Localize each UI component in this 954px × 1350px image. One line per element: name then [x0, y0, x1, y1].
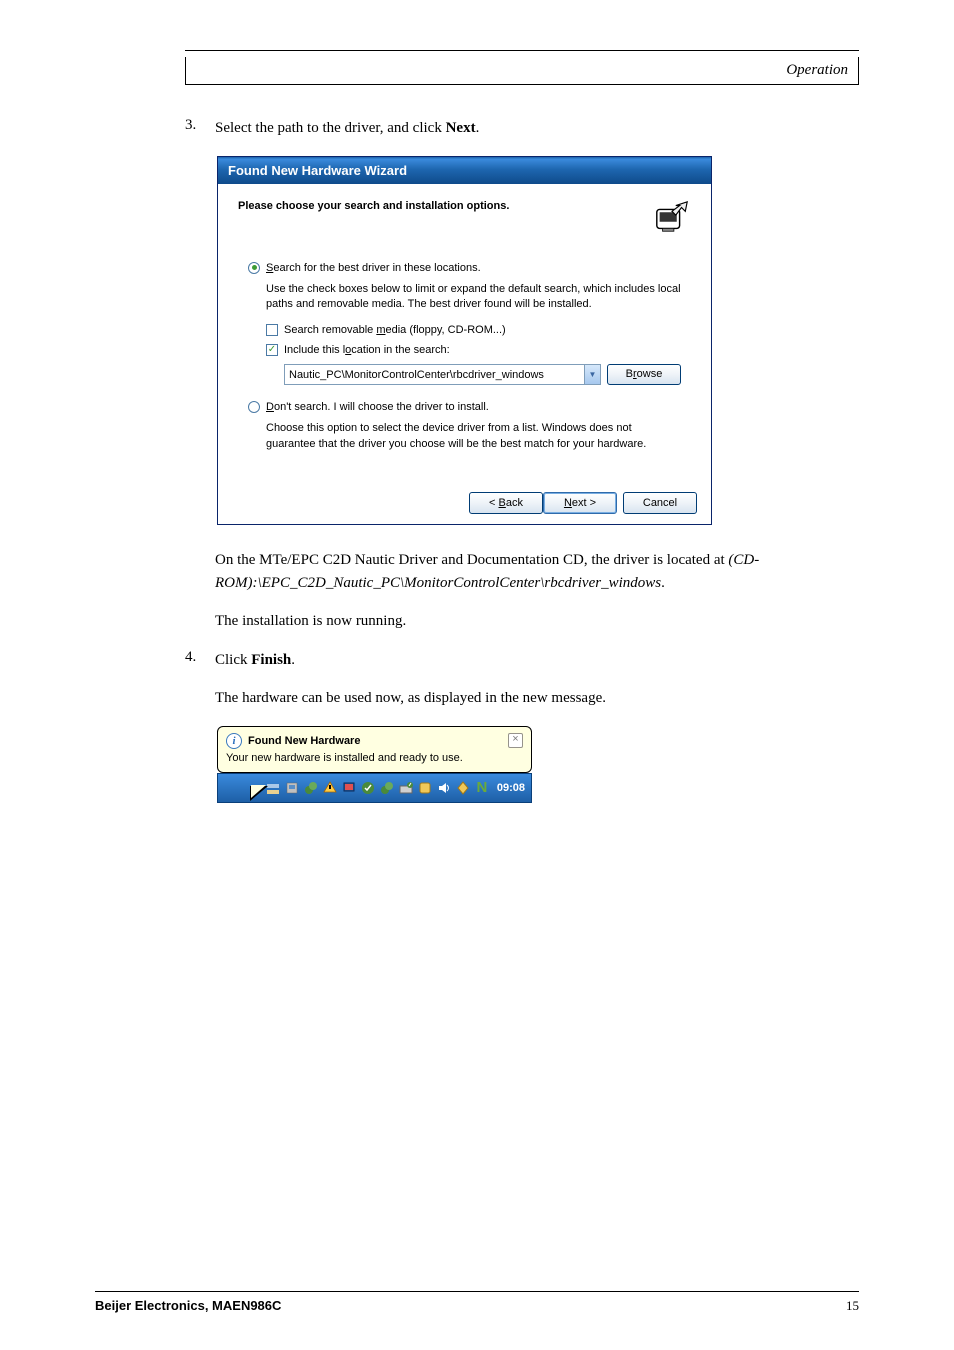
tray-icon[interactable] [417, 780, 433, 796]
paragraph: The installation is now running. [185, 610, 859, 633]
tray-icon[interactable] [303, 780, 319, 796]
info-icon: i [226, 733, 242, 749]
step-text: Select the path to the driver, and click… [215, 117, 859, 140]
radio-button-selected-icon [248, 262, 260, 274]
footer-left: Beijer Electronics, MAEN986C [95, 1298, 281, 1314]
step-4: 4. Click Finish. [185, 649, 859, 672]
step-number: 3. [185, 117, 203, 140]
location-combobox[interactable]: Nautic_PC\MonitorControlCenter\rbcdriver… [284, 364, 601, 385]
checkbox-label: Include this location in the search: [284, 344, 450, 356]
tray-n-icon[interactable]: N [474, 780, 490, 796]
checkbox-unchecked-icon [266, 324, 278, 336]
step-text: Click Finish. [215, 649, 859, 672]
wizard-body: Search for the best driver in these loca… [218, 262, 711, 483]
checkbox-include-location[interactable]: ✓ Include this location in the search: [248, 344, 681, 356]
chevron-down-icon[interactable]: ▼ [584, 365, 600, 384]
checkbox-label: Search removable media (floppy, CD-ROM..… [284, 324, 506, 336]
browse-button[interactable]: Browse [607, 364, 681, 385]
tray-icon[interactable] [284, 780, 300, 796]
close-button[interactable]: × [508, 733, 523, 748]
step-3: 3. Select the path to the driver, and cl… [185, 117, 859, 140]
tray-icon[interactable] [341, 780, 357, 796]
help-text-2: Choose this option to select the device … [248, 421, 681, 464]
hardware-icon [653, 198, 691, 236]
next-button[interactable]: Next > [543, 492, 617, 514]
checkbox-removable-media[interactable]: Search removable media (floppy, CD-ROM..… [248, 324, 681, 336]
tray-icon[interactable] [455, 780, 471, 796]
combobox-value: Nautic_PC\MonitorControlCenter\rbcdriver… [285, 369, 584, 381]
radio-label: Search for the best driver in these loca… [266, 262, 481, 274]
tray-safely-remove-icon[interactable] [398, 780, 414, 796]
step-number: 4. [185, 649, 203, 672]
wizard-header-text: Please choose your search and installati… [238, 198, 509, 212]
cancel-button[interactable]: Cancel [623, 492, 697, 514]
paragraph: The hardware can be used now, as display… [185, 687, 859, 710]
wizard-dialog: Found New Hardware Wizard Please choose … [217, 156, 712, 526]
checkbox-checked-icon: ✓ [266, 344, 278, 356]
back-button[interactable]: < Back [469, 492, 543, 514]
balloon-title: Found New Hardware [248, 735, 502, 747]
wizard-footer: < Back Next > Cancel [218, 482, 711, 524]
paragraph: On the MTe/EPC C2D Nautic Driver and Doc… [185, 549, 859, 594]
balloon-body: Your new hardware is installed and ready… [226, 752, 523, 764]
page-footer: Beijer Electronics, MAEN986C 15 [95, 1291, 859, 1314]
section-title: Operation [786, 62, 848, 79]
page-number: 15 [846, 1298, 859, 1314]
tray-icon[interactable] [322, 780, 338, 796]
help-text-1: Use the check boxes below to limit or ex… [248, 282, 681, 325]
notification-balloon: i Found New Hardware × Your new hardware… [217, 726, 532, 803]
wizard-titlebar: Found New Hardware Wizard [218, 157, 711, 184]
radio-button-unselected-icon [248, 401, 260, 413]
radio-search-best[interactable]: Search for the best driver in these loca… [248, 262, 681, 274]
wizard-header: Please choose your search and installati… [218, 184, 711, 262]
tray-volume-icon[interactable] [436, 780, 452, 796]
tray-icon[interactable] [360, 780, 376, 796]
page-header: Operation [185, 57, 859, 85]
radio-label: Don't search. I will choose the driver t… [266, 401, 489, 413]
tray-icon[interactable] [379, 780, 395, 796]
taskbar-clock: 09:08 [497, 782, 525, 794]
radio-dont-search[interactable]: Don't search. I will choose the driver t… [248, 401, 681, 413]
